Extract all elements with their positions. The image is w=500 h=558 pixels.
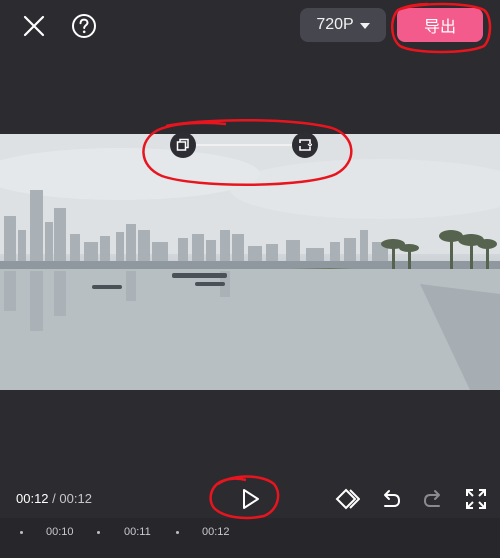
resolution-label: 720P [316,16,354,33]
export-button[interactable]: 导出 [397,8,483,42]
undo-icon[interactable] [378,486,404,512]
trim-range-line [188,144,300,146]
total-time: 00:12 [59,491,92,506]
video-preview [0,134,500,390]
timeline-tick: 00:10 [46,526,74,538]
fullscreen-icon[interactable] [463,486,489,512]
timeline-tick: 00:11 [124,526,151,538]
close-icon[interactable] [22,14,46,38]
time-separator: / [52,491,56,506]
time-display: 00:12 / 00:12 [16,491,92,506]
play-icon[interactable] [238,487,262,511]
timeline-ruler[interactable]: 00:10 00:11 00:12 [0,518,500,558]
help-icon[interactable] [71,13,97,39]
loop-icon [299,139,312,151]
export-label: 导出 [423,17,456,36]
player-controls: 00:12 / 00:12 [0,480,500,518]
resolution-dropdown[interactable]: 720P [300,8,386,42]
trim-end-handle[interactable] [292,132,318,158]
timeline-dot [97,531,100,534]
current-time: 00:12 [16,491,49,506]
trim-start-handle[interactable] [170,132,196,158]
redo-icon[interactable] [420,486,446,512]
copy-icon [176,138,189,151]
timeline-tick: 00:12 [202,526,230,538]
top-bar: 720P 导出 [0,0,500,52]
keyframe-icon[interactable] [334,486,360,512]
trim-range-bar[interactable] [170,132,318,158]
chevron-down-icon [359,23,370,29]
timeline-dot [176,531,179,534]
timeline-dot [20,531,23,534]
video-frame-image [0,134,500,390]
